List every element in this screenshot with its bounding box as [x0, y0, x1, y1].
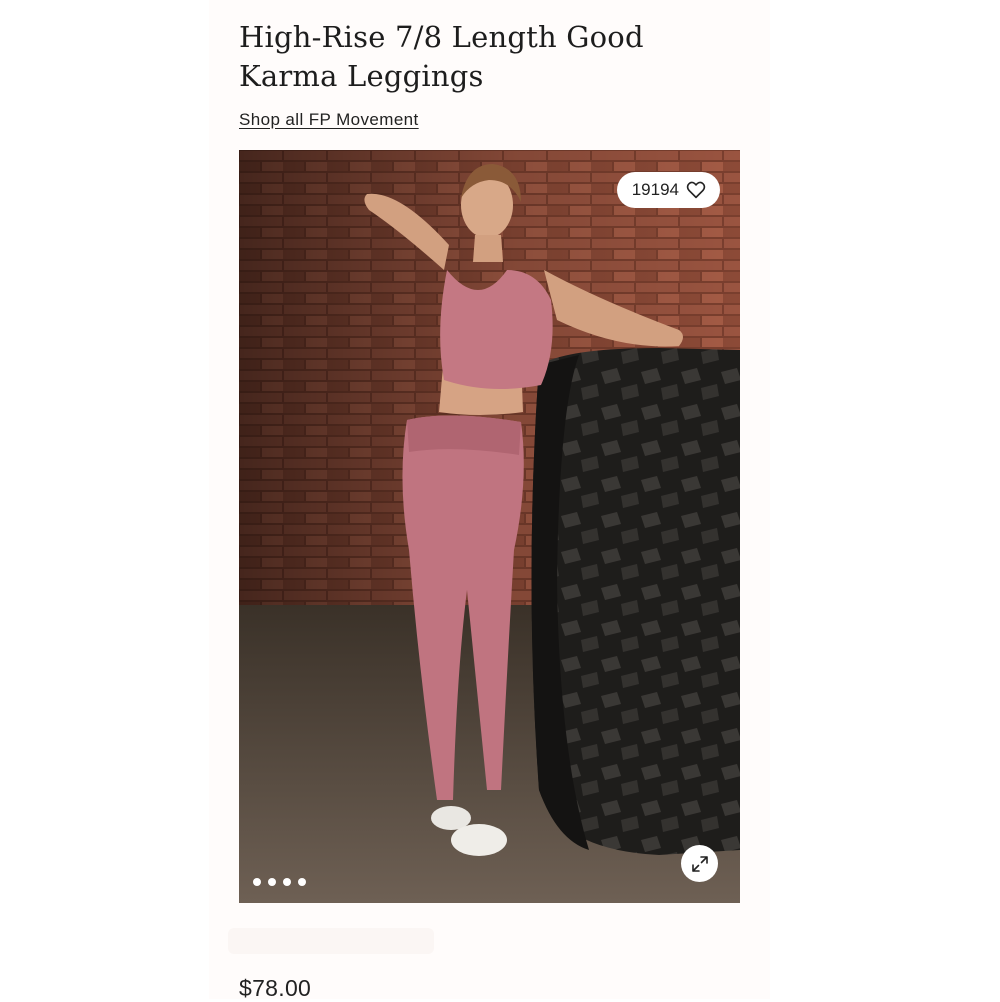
carousel-dot[interactable] [298, 878, 306, 886]
product-image-gallery[interactable]: 19194 [239, 150, 740, 903]
favorite-button[interactable]: 19194 [616, 172, 720, 208]
expand-image-button[interactable] [681, 845, 718, 882]
carousel-pagination [253, 878, 306, 886]
expand-icon [691, 855, 708, 872]
shop-all-link[interactable]: Shop all FP Movement [239, 109, 419, 131]
product-price: $78.00 [239, 975, 312, 1001]
loading-placeholder [228, 928, 434, 954]
product-photo [239, 150, 740, 903]
carousel-dot[interactable] [283, 878, 291, 886]
heart-icon [686, 181, 706, 199]
carousel-dot[interactable] [253, 878, 261, 886]
product-title: High-Rise 7/8 Length Good Karma Leggings [239, 20, 644, 93]
carousel-dot[interactable] [268, 878, 276, 886]
favorite-count: 19194 [631, 180, 679, 199]
